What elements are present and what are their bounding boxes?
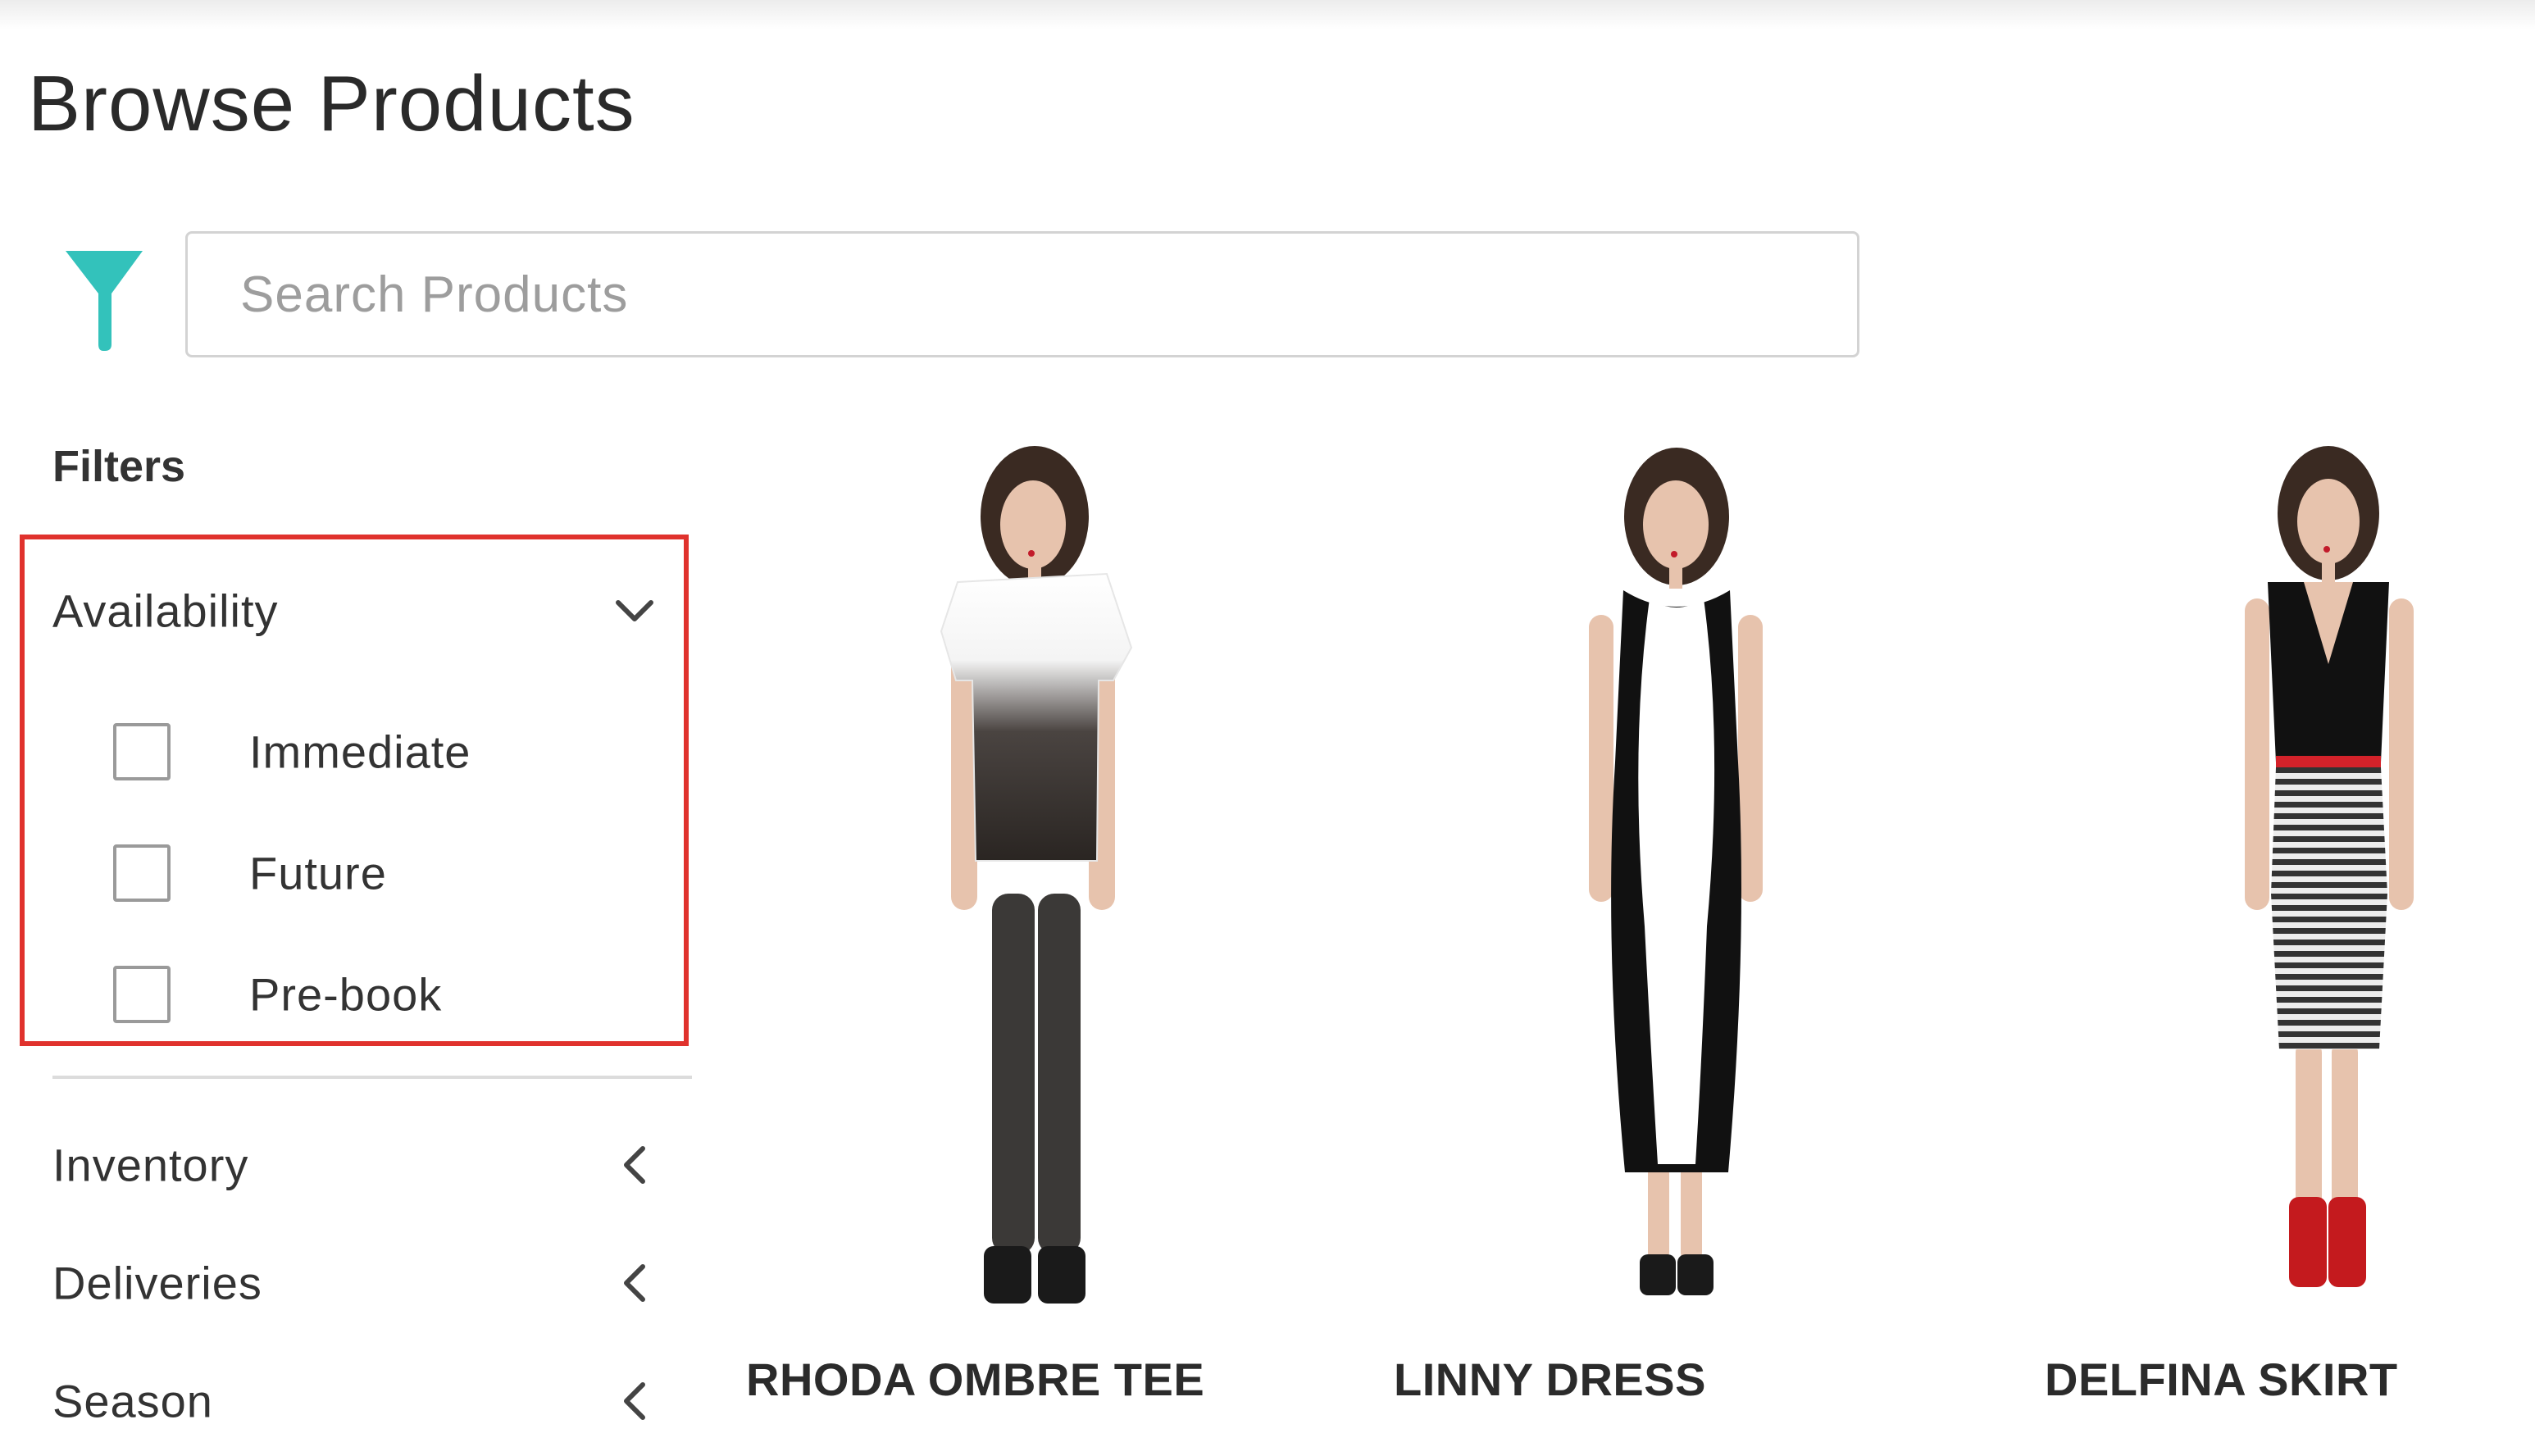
search-input[interactable] (185, 231, 1859, 357)
checkbox[interactable] (113, 844, 171, 902)
filter-section-label: Season (52, 1375, 213, 1427)
product-image[interactable] (1394, 435, 2017, 1328)
product-name[interactable]: DELFINA SKIRT (2045, 1353, 2398, 1406)
filter-option-pre-book[interactable]: Pre-book (113, 958, 646, 1031)
product-image[interactable] (2045, 435, 2535, 1328)
checkbox[interactable] (113, 723, 171, 780)
funnel-icon (66, 251, 143, 351)
filter-section-label: Availability (52, 585, 279, 637)
product-card-linny-dress[interactable]: LINNY DRESS (1394, 435, 2017, 1435)
filter-option-immediate[interactable]: Immediate (113, 715, 646, 789)
filters-title: Filters (52, 442, 186, 491)
section-divider (52, 1076, 692, 1079)
filter-section-availability[interactable]: Availability (52, 574, 659, 648)
filter-option-label: Pre-book (249, 968, 443, 1021)
filter-section-deliveries[interactable]: Deliveries (52, 1246, 659, 1320)
checkbox[interactable] (113, 966, 171, 1023)
filter-option-label: Future (249, 847, 387, 899)
filter-section-label: Inventory (52, 1139, 249, 1191)
product-name[interactable]: RHODA OMBRE TEE (746, 1353, 1204, 1406)
filter-section-season[interactable]: Season (52, 1364, 659, 1438)
filter-option-future[interactable]: Future (113, 836, 646, 910)
filter-section-label: Deliveries (52, 1257, 262, 1309)
chevron-left-icon (624, 1264, 645, 1302)
page-title: Browse Products (28, 60, 635, 148)
product-card-delfina-skirt[interactable]: DELFINA SKIRT (2045, 435, 2535, 1435)
chevron-left-icon (624, 1146, 645, 1184)
product-image[interactable] (746, 435, 1369, 1328)
top-shade (0, 0, 2535, 30)
product-card-rhoda-ombre-tee[interactable]: RHODA OMBRE TEE (746, 435, 1369, 1435)
chevron-left-icon (624, 1382, 645, 1420)
chevron-down-icon (616, 600, 653, 621)
filter-toggle-button[interactable] (62, 246, 146, 353)
product-name[interactable]: LINNY DRESS (1394, 1353, 1706, 1406)
filter-section-inventory[interactable]: Inventory (52, 1128, 659, 1202)
filter-option-label: Immediate (249, 726, 471, 778)
